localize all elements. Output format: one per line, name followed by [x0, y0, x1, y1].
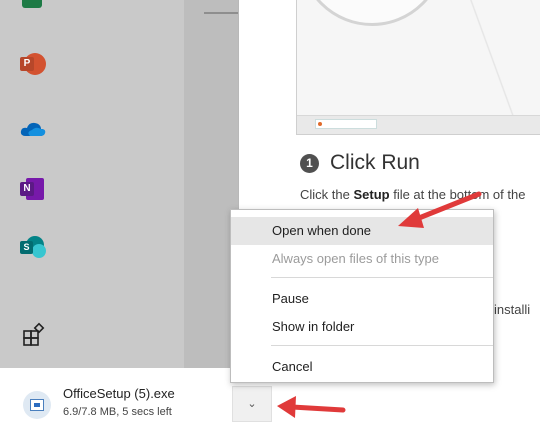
download-options-button[interactable]: ⌄ — [232, 386, 272, 422]
screenshot-download-chip — [315, 119, 377, 129]
step-desc-bold: Setup — [353, 187, 390, 202]
menu-line — [204, 12, 238, 14]
powerpoint-letter: P — [20, 57, 34, 71]
installer-file-icon[interactable] — [23, 391, 51, 419]
menu-item-pause[interactable]: Pause — [231, 285, 493, 313]
menu-item-open-when-done[interactable]: Open when done — [231, 217, 493, 245]
partial-instruction-text: installi — [494, 302, 531, 317]
menu-item-show-in-folder[interactable]: Show in folder — [231, 313, 493, 341]
step-desc-pre: Click the — [300, 187, 354, 202]
screenshot-decoration — [299, 0, 445, 26]
powerpoint-icon[interactable]: P — [20, 53, 46, 75]
menu-item-cancel[interactable]: Cancel — [231, 353, 493, 381]
sharepoint-icon[interactable]: S — [20, 236, 46, 258]
sharepoint-icon-accent — [32, 244, 46, 258]
window-glyph — [30, 399, 44, 411]
excel-icon[interactable] — [22, 0, 42, 8]
onenote-letter: N — [20, 182, 34, 196]
download-filename[interactable]: OfficeSetup (5).exe — [63, 386, 175, 401]
all-apps-icon[interactable] — [22, 322, 46, 346]
step-title: Click Run — [330, 151, 420, 174]
menu-item-always-open[interactable]: Always open files of this type — [231, 245, 493, 273]
step-number-badge: 1 — [300, 154, 319, 173]
download-status: 6.9/7.8 MB, 5 secs left — [63, 406, 172, 418]
screenshot-decoration-line — [447, 0, 537, 116]
instruction-screenshot — [296, 0, 540, 135]
chevron-down-icon: ⌄ — [247, 398, 257, 410]
onenote-icon[interactable]: N — [20, 178, 46, 200]
sharepoint-letter: S — [20, 241, 33, 254]
step-description: Click the Setup file at the bottom of th… — [300, 187, 525, 202]
download-context-menu: Open when done Always open files of this… — [230, 209, 494, 383]
menu-separator — [271, 277, 493, 278]
menu-separator — [271, 345, 493, 346]
onedrive-icon[interactable] — [20, 120, 46, 142]
step-desc-post: file at the bottom of the — [389, 187, 526, 202]
